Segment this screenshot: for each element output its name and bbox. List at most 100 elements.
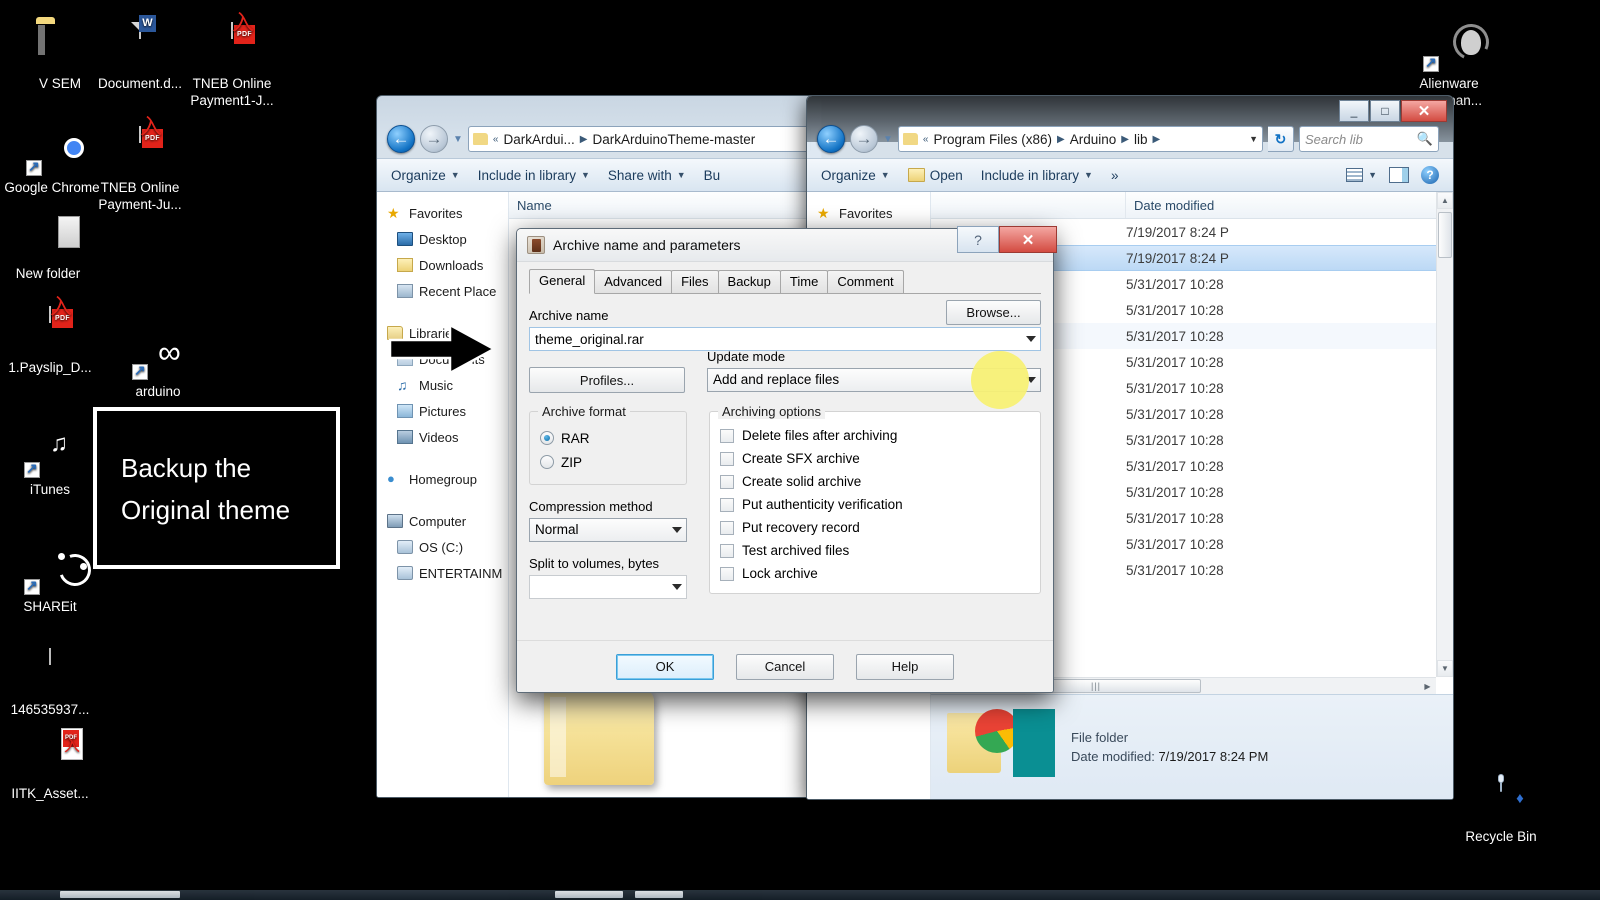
close-button[interactable]: ✕: [1401, 100, 1447, 122]
address-bar[interactable]: « DarkArdui... ▶ DarkArduinoTheme-master: [468, 126, 811, 152]
winrar-archive-dialog[interactable]: Archive name and parameters General Adva…: [516, 228, 1054, 693]
column-header-name[interactable]: [931, 192, 1126, 218]
tab-time[interactable]: Time: [780, 270, 828, 293]
burn-button[interactable]: Bu: [704, 168, 721, 183]
navigation-pane[interactable]: ★Favorites Desktop Downloads Recent Plac…: [377, 192, 509, 797]
desktop-icon-tneb-payment[interactable]: PDF入 TNEB Online Payment-Ju...: [92, 126, 188, 213]
archive-name-input[interactable]: theme_original.rar: [529, 327, 1041, 351]
taskbar-item[interactable]: [635, 891, 683, 898]
close-button-small[interactable]: ✕: [999, 226, 1057, 253]
profiles-button[interactable]: Profiles...: [529, 367, 685, 393]
recent-pages-dropdown-icon[interactable]: ▼: [453, 134, 463, 145]
recent-pages-dropdown-icon[interactable]: ▼: [883, 134, 893, 145]
desktop-icon-new-folder[interactable]: New folder: [0, 212, 96, 282]
help-icon[interactable]: ?: [1421, 166, 1439, 184]
desktop-icon-arduino[interactable]: arduino: [110, 330, 206, 400]
checkbox-put-recovery-record[interactable]: Put recovery record: [720, 516, 1030, 539]
scroll-right-icon[interactable]: ▶: [1419, 678, 1436, 694]
breadcrumb-item[interactable]: lib: [1134, 132, 1148, 147]
desktop-icon-recycle-bin[interactable]: ♦ Recycle Bin: [1453, 775, 1549, 845]
desktop-icon-tneb-payment1[interactable]: PDF入 TNEB Online Payment1-J...: [184, 22, 280, 109]
nav-item-videos[interactable]: Videos: [377, 424, 508, 450]
back-button[interactable]: ←: [817, 125, 845, 153]
column-header-date-modified[interactable]: Date modified: [1126, 192, 1296, 218]
refresh-button[interactable]: ↻: [1268, 126, 1294, 152]
desktop-icon-shareit[interactable]: SHAREit: [2, 545, 98, 615]
forward-button[interactable]: →: [420, 125, 448, 153]
checkbox-delete-files-after-archiving[interactable]: Delete files after archiving: [720, 424, 1030, 447]
address-chevron[interactable]: «: [493, 134, 499, 145]
cancel-button[interactable]: Cancel: [736, 654, 834, 680]
nav-item-pictures[interactable]: Pictures: [377, 398, 508, 424]
breadcrumb-item[interactable]: Program Files (x86): [933, 132, 1052, 147]
chevron-down-icon[interactable]: [672, 527, 682, 533]
preview-pane-icon[interactable]: [1389, 167, 1409, 183]
checkbox-test-archived-files[interactable]: Test archived files: [720, 539, 1030, 562]
search-input[interactable]: Search lib 🔍: [1299, 126, 1439, 152]
scrollbar-thumb[interactable]: [1438, 212, 1452, 258]
maximize-button[interactable]: □: [1370, 100, 1400, 122]
desktop-icon-iitk-asset[interactable]: PDF入 IITK_Asset...: [2, 732, 98, 802]
scroll-down-icon[interactable]: ▼: [1437, 660, 1453, 677]
chevron-down-icon[interactable]: [672, 584, 682, 590]
scroll-up-icon[interactable]: ▲: [1437, 192, 1453, 209]
taskbar-item[interactable]: [555, 891, 623, 898]
checkbox-create-solid-archive[interactable]: Create solid archive: [720, 470, 1030, 493]
desktop-icon-document[interactable]: W Document.d...: [92, 22, 188, 92]
tab-comment[interactable]: Comment: [827, 270, 903, 293]
nav-item-desktop[interactable]: Desktop: [377, 226, 508, 252]
tab-files[interactable]: Files: [671, 270, 718, 293]
desktop-icon-payslip[interactable]: PDF入 1.Payslip_D...: [2, 306, 98, 376]
window-titlebar[interactable]: _ □ ✕ ← → ▼ « Program Files (x86) ▶ Ardu…: [807, 96, 1453, 142]
nav-item-homegroup[interactable]: ●Homegroup: [377, 466, 508, 492]
nav-item-os-c[interactable]: OS (C:): [377, 534, 508, 560]
tab-backup[interactable]: Backup: [718, 270, 781, 293]
desktop-icon-image-file[interactable]: 146535937...: [2, 648, 98, 718]
help-button-small[interactable]: ?: [957, 226, 999, 253]
checkbox-put-authenticity-verification[interactable]: Put authenticity verification: [720, 493, 1030, 516]
column-header-name[interactable]: Name: [509, 192, 821, 218]
nav-item-downloads[interactable]: Downloads: [377, 252, 508, 278]
desktop-icon-google-chrome[interactable]: Google Chrome: [4, 126, 100, 196]
include-in-library-menu[interactable]: Include in library ▼: [478, 168, 590, 183]
chevron-down-icon[interactable]: [1026, 336, 1036, 342]
change-view-button[interactable]: ▼: [1346, 168, 1377, 182]
desktop-icon-itunes[interactable]: iTunes: [2, 428, 98, 498]
vertical-scrollbar[interactable]: ▲ ▼: [1436, 192, 1453, 677]
checkbox-create-sfx-archive[interactable]: Create SFX archive: [720, 447, 1030, 470]
organize-menu[interactable]: Organize ▼: [391, 168, 460, 183]
chevron-down-icon[interactable]: ▼: [1243, 134, 1258, 144]
ok-button[interactable]: OK: [616, 654, 714, 680]
tab-general[interactable]: General: [529, 269, 595, 294]
taskbar-item[interactable]: [60, 891, 180, 898]
taskbar[interactable]: [0, 890, 1600, 900]
nav-item-favorites[interactable]: ★ Favorites: [807, 200, 930, 226]
browse-button[interactable]: Browse...: [946, 300, 1041, 325]
compression-method-select[interactable]: Normal: [529, 518, 687, 542]
breadcrumb-item[interactable]: DarkArduinoTheme-master: [592, 132, 755, 147]
open-button[interactable]: Open: [908, 168, 963, 183]
window-titlebar[interactable]: ← → ▼ « DarkArdui... ▶ DarkArduinoTheme-…: [377, 96, 821, 142]
split-to-volumes-input[interactable]: [529, 575, 687, 599]
minimize-button[interactable]: _: [1339, 100, 1369, 122]
nav-item-entertainment[interactable]: ENTERTAINM: [377, 560, 508, 586]
back-button[interactable]: ←: [387, 125, 415, 153]
help-button[interactable]: Help: [856, 654, 954, 680]
breadcrumb-item[interactable]: Arduino: [1070, 132, 1117, 147]
address-bar[interactable]: « Program Files (x86) ▶ Arduino ▶ lib ▶ …: [898, 126, 1263, 152]
forward-button[interactable]: →: [850, 125, 878, 153]
organize-menu[interactable]: Organize ▼: [821, 168, 890, 183]
nav-item-recent-places[interactable]: Recent Place: [377, 278, 508, 304]
radio-zip[interactable]: ZIP: [540, 450, 676, 474]
address-chevron[interactable]: «: [923, 134, 929, 145]
nav-item-computer[interactable]: Computer: [377, 508, 508, 534]
toolbar-overflow-button[interactable]: »: [1111, 168, 1119, 183]
nav-item-favorites[interactable]: ★Favorites: [377, 200, 508, 226]
breadcrumb-item[interactable]: DarkArdui...: [503, 132, 574, 147]
share-with-menu[interactable]: Share with ▼: [608, 168, 686, 183]
tab-advanced[interactable]: Advanced: [594, 270, 672, 293]
radio-rar[interactable]: RAR: [540, 426, 676, 450]
burn-label: Bu: [704, 168, 721, 183]
checkbox-lock-archive[interactable]: Lock archive: [720, 562, 1030, 585]
include-in-library-menu[interactable]: Include in library ▼: [981, 168, 1093, 183]
